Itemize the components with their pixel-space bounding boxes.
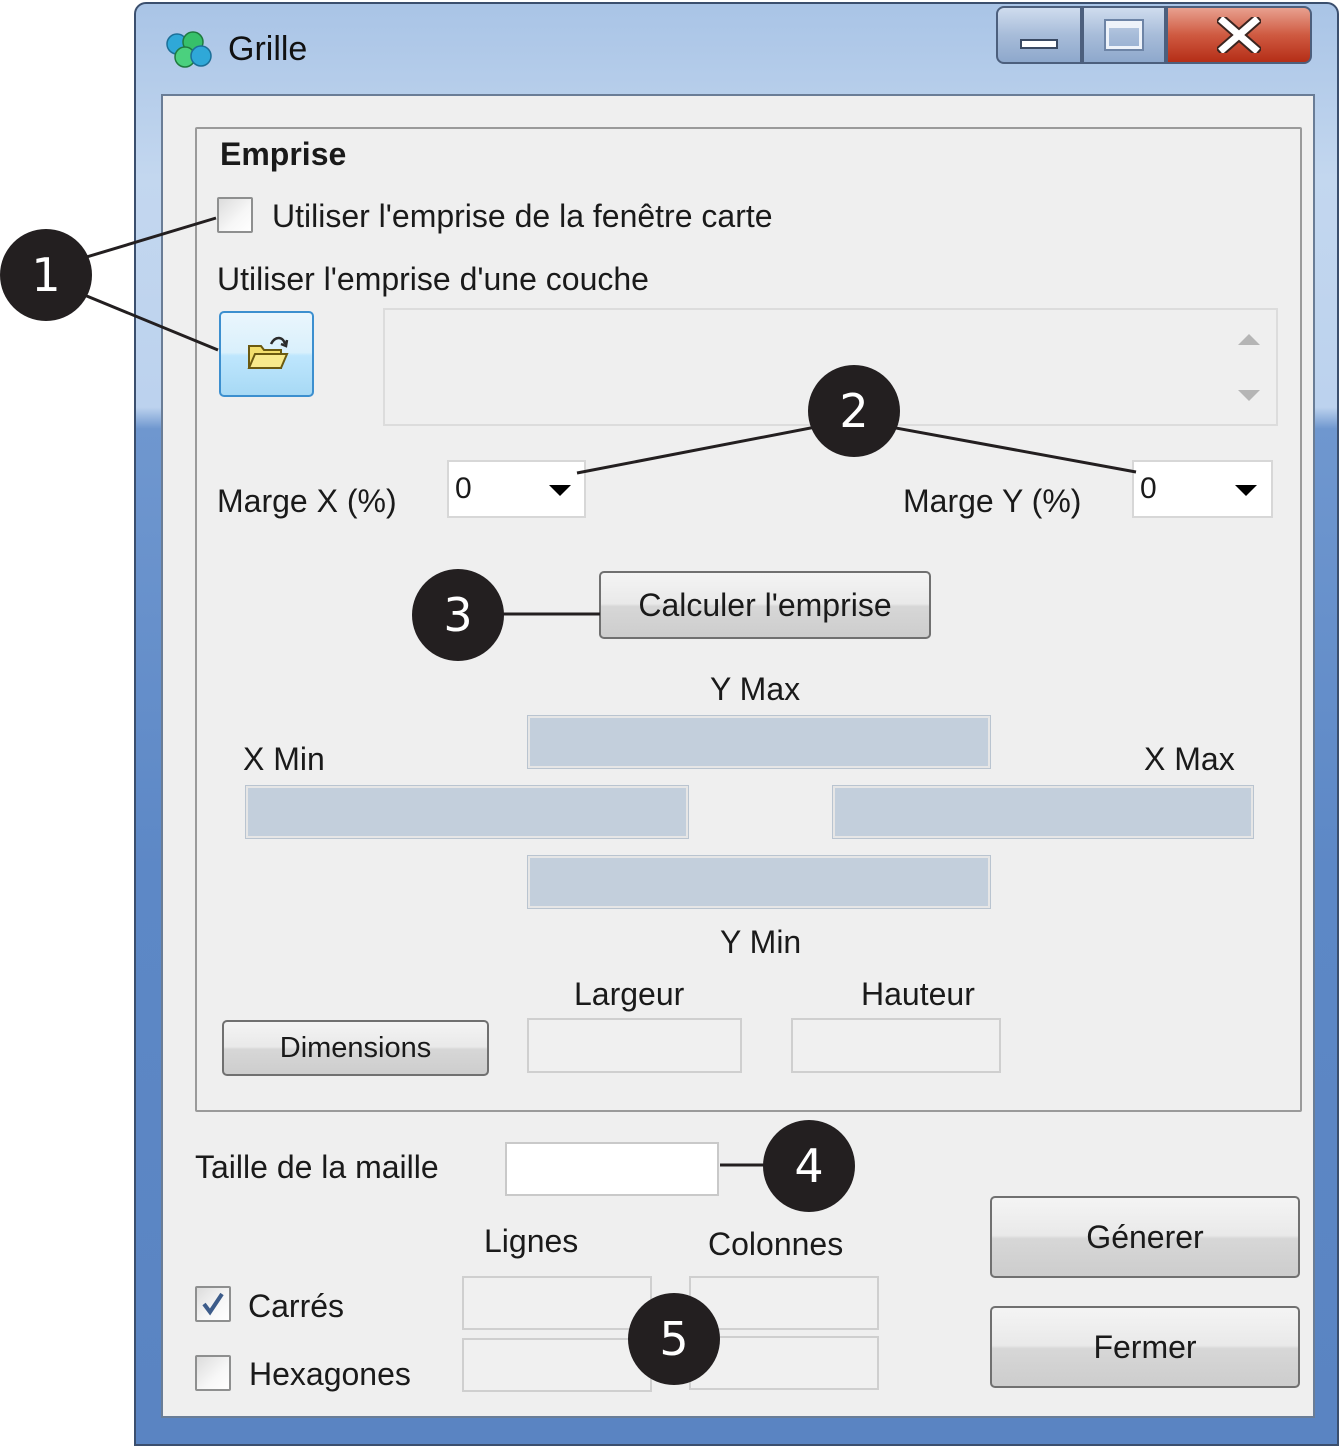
use-layer-extent-label: Utiliser l'emprise d'une couche (217, 261, 649, 297)
open-folder-icon (246, 336, 289, 369)
close-button[interactable] (1166, 6, 1312, 64)
height-field[interactable] (791, 1018, 1001, 1073)
generate-button[interactable]: Génerer (990, 1196, 1300, 1278)
width-field[interactable] (527, 1018, 742, 1073)
scroll-up-icon[interactable] (1238, 334, 1260, 345)
dropdown-arrow-icon[interactable] (549, 485, 571, 496)
margin-y-label: Marge Y (%) (903, 483, 1082, 519)
rows-label: Lignes (484, 1223, 579, 1259)
listbox-scrollbar[interactable] (1225, 312, 1273, 422)
maximize-button[interactable] (1082, 6, 1166, 64)
hexagons-label: Hexagones (249, 1356, 411, 1392)
xmax-field (832, 785, 1254, 839)
use-map-extent-checkbox[interactable] (217, 197, 253, 233)
xmax-label: X Max (1144, 741, 1235, 777)
ymin-label: Y Min (720, 924, 802, 960)
height-label: Hauteur (861, 976, 975, 1012)
hexagons-rows-field[interactable] (462, 1338, 652, 1392)
margin-x-value: 0 (455, 472, 472, 505)
ymax-field (527, 715, 991, 769)
window-title: Grille (228, 30, 308, 68)
grid-app-icon (166, 31, 212, 68)
calculate-extent-button[interactable]: Calculer l'emprise (599, 571, 931, 639)
ymax-label: Y Max (710, 671, 801, 707)
dropdown-arrow-icon[interactable] (1235, 485, 1257, 496)
callout-2: 2 (808, 365, 900, 457)
cols-label: Colonnes (708, 1226, 844, 1262)
minimize-icon (1020, 39, 1058, 49)
squares-cols-field[interactable] (689, 1276, 879, 1330)
margin-y-value: 0 (1140, 472, 1157, 505)
minimize-button[interactable] (996, 6, 1082, 64)
squares-rows-field[interactable] (462, 1276, 652, 1330)
emprise-group-title: Emprise (220, 136, 347, 172)
xmin-label: X Min (243, 741, 325, 777)
checkmark-icon (202, 1292, 224, 1316)
callout-4: 4 (763, 1120, 855, 1212)
dimensions-button[interactable]: Dimensions (222, 1020, 489, 1076)
squares-checkbox[interactable] (195, 1286, 231, 1322)
margin-x-label: Marge X (%) (217, 483, 397, 519)
cell-size-input[interactable] (505, 1142, 719, 1196)
width-label: Largeur (574, 976, 685, 1012)
close-dialog-button[interactable]: Fermer (990, 1306, 1300, 1388)
callout-3: 3 (412, 569, 504, 661)
maximize-icon (1104, 19, 1144, 51)
scroll-down-icon[interactable] (1238, 390, 1260, 401)
use-map-extent-label: Utiliser l'emprise de la fenêtre carte (272, 198, 773, 234)
hexagons-checkbox[interactable] (195, 1355, 231, 1391)
cell-size-label: Taille de la maille (195, 1149, 439, 1185)
squares-label: Carrés (248, 1288, 345, 1324)
close-icon (1217, 17, 1261, 53)
callout-5: 5 (628, 1293, 720, 1385)
callout-1: 1 (0, 229, 92, 321)
open-layer-button[interactable] (219, 311, 314, 397)
xmin-field (245, 785, 689, 839)
ymin-field (527, 855, 991, 909)
